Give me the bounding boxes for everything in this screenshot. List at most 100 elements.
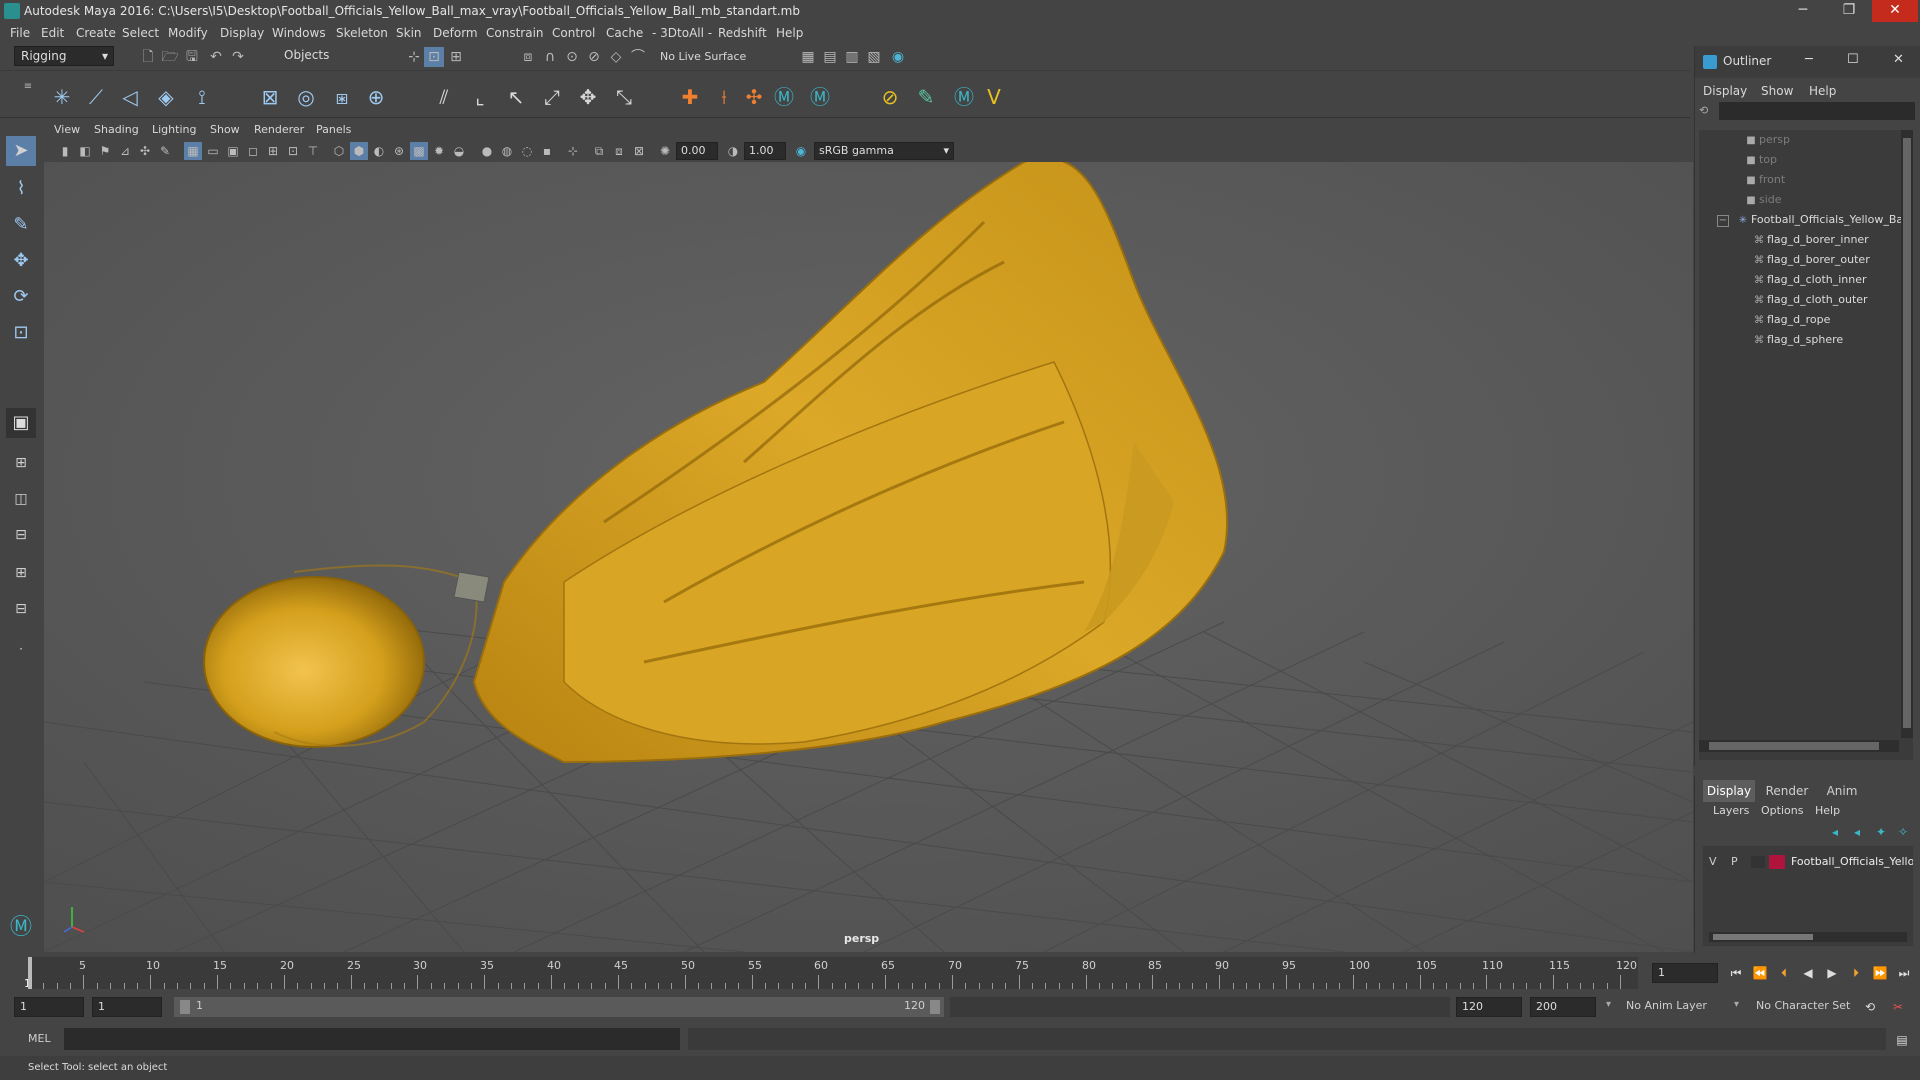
set-driven-key-icon[interactable]: ⟊ (710, 83, 738, 111)
live-surface-label[interactable]: No Live Surface (660, 50, 746, 63)
time-slider-track[interactable]: 5 10 15 20 25 30 35 40 45 50 55 60 65 70 75 80 85 90 95 100… (28, 957, 1638, 989)
outliner-item-side[interactable]: ■ side (1699, 190, 1913, 210)
create-joint-icon[interactable]: ✳ (48, 83, 76, 111)
two-view-icon[interactable]: ◫ (6, 484, 36, 514)
tab-display[interactable]: Display (1703, 780, 1755, 802)
menu-windows[interactable]: Windows (272, 26, 326, 40)
outliner-vertical-scrollbar[interactable] (1901, 130, 1913, 738)
outliner-maximize-icon[interactable]: ☐ (1847, 52, 1859, 67)
hypershade-layout-icon[interactable]: ⊟ (6, 594, 36, 624)
gate-mask-icon[interactable]: ◻ (244, 142, 262, 160)
panel-menu-lighting[interactable]: Lighting (152, 123, 196, 136)
scrollbar-thumb[interactable] (1903, 138, 1911, 728)
selection-mode-dropdown[interactable]: Objects (278, 46, 378, 66)
two-d-pan-icon[interactable]: ✣ (136, 142, 154, 160)
menu-skin[interactable]: Skin (396, 26, 422, 40)
orient-joint-icon[interactable]: ⟟ (188, 83, 216, 111)
menu-modify[interactable]: Modify (168, 26, 208, 40)
outliner-item-mesh[interactable]: ⌘ flag_d_borer_inner (1699, 230, 1913, 250)
select-camera-icon[interactable]: ▮ (56, 142, 74, 160)
hypershade-icon[interactable]: ◉ (888, 47, 908, 67)
menu-display[interactable]: Display (220, 26, 264, 40)
panel-menu-view[interactable]: View (54, 123, 80, 136)
outliner-menu-display[interactable]: Display (1703, 84, 1747, 98)
current-time-marker[interactable] (28, 957, 32, 989)
parent-constraint-icon[interactable]: ⫽ (430, 83, 458, 111)
select-tool-icon[interactable]: ➤ (6, 136, 36, 166)
locator-icon[interactable]: ✚ (676, 83, 704, 111)
range-start-handle[interactable] (180, 1000, 190, 1014)
render-view-icon[interactable]: ▦ (798, 47, 818, 67)
outliner-horizontal-scrollbar[interactable] (1699, 740, 1899, 752)
hik-icon[interactable]: Ⓜ (770, 83, 798, 111)
character-set-dropdown[interactable]: No Character Set (1756, 999, 1850, 1012)
step-back-key-icon[interactable]: ⏪ (1750, 963, 1770, 983)
collapse-icon[interactable]: − (1717, 215, 1729, 227)
new-layer-icon[interactable]: ✦ (1871, 822, 1891, 842)
scrollbar-thumb[interactable] (1709, 742, 1879, 750)
layer-type-toggle[interactable] (1751, 856, 1765, 868)
range-end-handle[interactable] (930, 1000, 940, 1014)
point-constraint-icon[interactable]: ⌞ (466, 83, 494, 111)
move-tool-icon[interactable]: ✥ (6, 246, 36, 276)
layout-more-icon[interactable]: · (6, 634, 36, 664)
orient-constraint-icon[interactable]: ⤢ (538, 83, 566, 111)
paint-select-icon[interactable]: ✎ (6, 210, 36, 240)
outliner-menu-help[interactable]: Help (1809, 84, 1836, 98)
field-chart-icon[interactable]: ⊞ (264, 142, 282, 160)
outliner-search-input[interactable] (1719, 102, 1915, 120)
blend-shape-icon[interactable]: ✣ (740, 83, 768, 111)
color-management-icon[interactable]: ◉ (792, 142, 810, 160)
outliner-item-top[interactable]: ■ top (1699, 150, 1913, 170)
new-layer-selected-icon[interactable]: ✧ (1893, 822, 1913, 842)
outliner-close-icon[interactable]: ✕ (1893, 52, 1904, 67)
menu-constrain[interactable]: Constrain (486, 26, 544, 40)
select-component-icon[interactable]: ⊞ (446, 47, 466, 67)
outliner-minimize-icon[interactable]: ─ (1805, 52, 1813, 67)
view-transform-dropdown[interactable]: sRGB gamma ▾ (814, 142, 954, 160)
go-to-end-icon[interactable]: ⏭ (1894, 963, 1914, 983)
wireframe-on-shaded-icon[interactable]: ⊛ (390, 142, 408, 160)
grid-toggle-icon[interactable]: ▦ (184, 142, 202, 160)
range-slider-bar[interactable]: 1 120 (174, 997, 944, 1017)
panel-menu-shading[interactable]: Shading (94, 123, 139, 136)
use-all-lights-icon[interactable]: ✹ (430, 142, 448, 160)
snap-surface-icon[interactable]: ◇ (606, 47, 626, 67)
hik-control-icon[interactable]: Ⓜ (950, 83, 978, 111)
outliner-menu-show[interactable]: Show (1761, 84, 1793, 98)
move-layer-up-icon[interactable]: ◂ (1825, 822, 1845, 842)
resolution-gate-icon[interactable]: ▣ (224, 142, 242, 160)
render-frame-icon[interactable]: ▤ (820, 47, 840, 67)
pole-vector-icon[interactable]: ⤡ (610, 83, 638, 111)
layer-menu-layers[interactable]: Layers (1713, 804, 1749, 817)
menu-select[interactable]: Select (122, 26, 159, 40)
snap-grid-icon[interactable]: ⧈ (518, 47, 538, 67)
outliner-item-persp[interactable]: ■ persp (1699, 130, 1913, 150)
script-editor-icon[interactable]: ▤ (1892, 1030, 1912, 1050)
rig-tool-icon[interactable]: ✎ (912, 83, 940, 111)
outliner-item-mesh[interactable]: ⌘ flag_d_borer_outer (1699, 250, 1913, 270)
bookmark-icon[interactable]: ⚑ (96, 142, 114, 160)
panel-menu-show[interactable]: Show (210, 123, 240, 136)
render-settings-icon[interactable]: ▧ (864, 47, 884, 67)
safe-action-icon[interactable]: ⊡ (284, 142, 302, 160)
outliner-item-front[interactable]: ■ front (1699, 170, 1913, 190)
select-object-icon[interactable]: ⊡ (424, 47, 444, 67)
step-back-frame-icon[interactable]: ⏴ (1774, 963, 1794, 983)
xray-joints-icon[interactable]: ⧈ (610, 142, 628, 160)
play-backwards-icon[interactable]: ◀ (1798, 963, 1818, 983)
xray-icon[interactable]: ⧉ (590, 142, 608, 160)
quick-rig-icon[interactable]: ⊘ (876, 83, 904, 111)
animation-preferences-icon[interactable]: ✂ (1888, 997, 1908, 1017)
grease-pencil-icon[interactable]: ✎ (156, 142, 174, 160)
save-scene-icon[interactable]: 🖫 (182, 47, 202, 67)
aim-constraint-icon[interactable]: ↖ (502, 83, 530, 111)
mirror-joint-icon[interactable]: ◈ (152, 83, 180, 111)
anim-layer-dropdown[interactable]: No Anim Layer (1626, 999, 1707, 1012)
step-forward-key-icon[interactable]: ⏩ (1870, 963, 1890, 983)
menu-edit[interactable]: Edit (41, 26, 64, 40)
auto-key-icon[interactable]: ⟲ (1860, 997, 1880, 1017)
ipr-render-icon[interactable]: ▥ (842, 47, 862, 67)
bind-skin-icon[interactable]: ⊠ (256, 83, 284, 111)
exposure-icon[interactable]: ✺ (656, 142, 674, 160)
